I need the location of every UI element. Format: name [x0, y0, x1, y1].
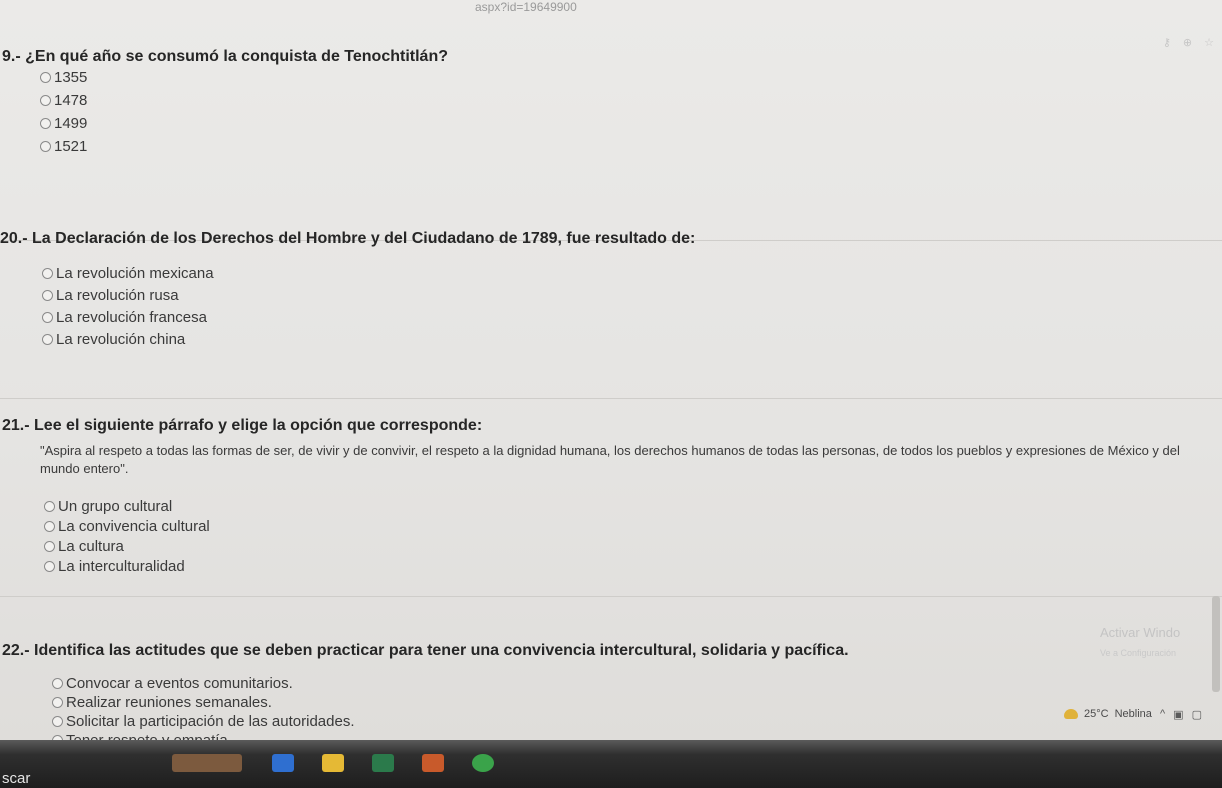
- question-9-text: ¿En qué año se consumó la conquista de T…: [25, 48, 448, 65]
- question-9-option-3[interactable]: 1499: [40, 112, 87, 135]
- question-22-options: Convocar a eventos comunitarios. Realiza…: [52, 674, 355, 750]
- question-21-quote: "Aspira al respeto a todas las formas de…: [40, 443, 1180, 476]
- question-20-text: La Declaración de los Derechos del Hombr…: [32, 230, 696, 247]
- weather-icon: [1064, 709, 1078, 719]
- radio-button[interactable]: [44, 500, 55, 512]
- option-label: Convocar a eventos comunitarios.: [66, 675, 293, 692]
- radio-button[interactable]: [44, 560, 55, 572]
- option-label: 1355: [54, 69, 88, 86]
- divider: [0, 398, 1222, 399]
- question-9-option-4[interactable]: 1521: [40, 135, 87, 158]
- chevron-up-icon[interactable]: ^: [1160, 708, 1165, 721]
- radio-button[interactable]: [40, 118, 51, 129]
- question-21-option-4[interactable]: La interculturalidad: [44, 556, 210, 576]
- question-20-options: La revolución mexicana La revolución rus…: [42, 262, 214, 350]
- question-21-option-2[interactable]: La convivencia cultural: [44, 516, 210, 536]
- taskbar-edge-icon[interactable]: [272, 754, 294, 772]
- question-9-number: 9.-: [2, 48, 21, 65]
- star-icon[interactable]: ☆: [1204, 36, 1214, 49]
- divider: [0, 596, 1222, 597]
- radio-button[interactable]: [40, 141, 51, 152]
- radio-button[interactable]: [52, 716, 63, 727]
- weather-widget[interactable]: 25°C Neblina: [1064, 708, 1152, 720]
- option-label: La cultura: [58, 537, 124, 555]
- weather-condition: Neblina: [1114, 708, 1152, 720]
- question-9-option-1[interactable]: 1355: [40, 66, 87, 89]
- page-scrollbar[interactable]: [1212, 596, 1220, 692]
- option-label: La revolución china: [56, 330, 186, 348]
- question-22-number: 22.-: [2, 642, 30, 659]
- option-label: 1521: [54, 138, 88, 155]
- zoom-icon[interactable]: ⊕: [1183, 36, 1192, 49]
- option-label: 1499: [54, 115, 88, 132]
- taskbar-chrome-icon[interactable]: [472, 754, 494, 772]
- activate-windows-subtitle: Ve a Configuración: [1100, 648, 1177, 658]
- radio-button[interactable]: [42, 311, 53, 323]
- question-9-title: 9.- ¿En qué año se consumó la conquista …: [2, 48, 448, 66]
- question-20-option-4[interactable]: La revolución china: [42, 328, 214, 350]
- question-20-number: 20.-: [0, 230, 28, 247]
- question-9-options: 1355 1478 1499 1521: [40, 66, 87, 158]
- option-label: La revolución rusa: [56, 286, 179, 304]
- taskbar-folder-icon[interactable]: [322, 754, 344, 772]
- question-20-title: 20.- La Declaración de los Derechos del …: [0, 230, 695, 248]
- question-22-option-1[interactable]: Convocar a eventos comunitarios.: [52, 674, 355, 693]
- option-label: Solicitar la participación de las autori…: [66, 713, 355, 730]
- radio-button[interactable]: [40, 72, 51, 83]
- question-9-option-2[interactable]: 1478: [40, 89, 87, 112]
- option-label: Realizar reuniones semanales.: [66, 694, 272, 711]
- question-21-title: 21.- Lee el siguiente párrafo y elige la…: [2, 417, 482, 435]
- option-label: 1478: [54, 92, 88, 109]
- activate-windows-watermark: Activar Windo: [1100, 625, 1181, 640]
- radio-button[interactable]: [42, 267, 53, 279]
- taskbar: scar: [0, 740, 1222, 788]
- radio-button[interactable]: [40, 95, 51, 106]
- question-22-option-2[interactable]: Realizar reuniones semanales.: [52, 693, 355, 712]
- radio-button[interactable]: [44, 540, 55, 552]
- taskbar-calendar-icon[interactable]: [372, 754, 394, 772]
- weather-temp: 25°C: [1084, 708, 1109, 720]
- question-20-option-1[interactable]: La revolución mexicana: [42, 262, 214, 284]
- taskbar-app-icon[interactable]: [422, 754, 444, 772]
- radio-button[interactable]: [44, 520, 55, 532]
- taskbar-people-icon[interactable]: [172, 754, 242, 772]
- question-22-option-3[interactable]: Solicitar la participación de las autori…: [52, 712, 355, 731]
- question-22-title: 22.- Identifica las actitudes que se deb…: [2, 642, 849, 660]
- radio-button[interactable]: [52, 678, 63, 689]
- option-label: La revolución mexicana: [56, 264, 214, 282]
- radio-button[interactable]: [52, 697, 63, 708]
- question-20-option-3[interactable]: La revolución francesa: [42, 306, 214, 328]
- taskbar-search-text[interactable]: scar: [2, 770, 30, 787]
- question-21-text: Lee el siguiente párrafo y elige la opci…: [34, 417, 483, 434]
- network-icon[interactable]: ▣: [1173, 708, 1183, 721]
- option-label: Un grupo cultural: [58, 497, 173, 515]
- question-21-options: Un grupo cultural La convivencia cultura…: [44, 496, 210, 576]
- option-label: La convivencia cultural: [58, 517, 210, 535]
- option-label: La interculturalidad: [58, 557, 185, 575]
- option-label: La revolución francesa: [56, 308, 207, 326]
- browser-toolbar-icons: ⚷ ⊕ ☆: [1163, 36, 1214, 49]
- system-tray: ^ ▣ ▢: [1160, 708, 1202, 721]
- key-icon[interactable]: ⚷: [1163, 36, 1171, 49]
- radio-button[interactable]: [42, 289, 53, 301]
- notification-icon[interactable]: ▢: [1192, 708, 1202, 721]
- quiz-page: aspx?id=19649900 ⚷ ⊕ ☆ 9.- ¿En qué año s…: [0, 0, 1222, 788]
- radio-button[interactable]: [42, 333, 53, 345]
- browser-url-fragment: aspx?id=19649900: [475, 0, 577, 14]
- question-21-option-3[interactable]: La cultura: [44, 536, 210, 556]
- question-22-text: Identifica las actitudes que se deben pr…: [34, 642, 849, 659]
- question-21-number: 21.-: [2, 417, 30, 434]
- question-20-option-2[interactable]: La revolución rusa: [42, 284, 214, 306]
- question-21-option-1[interactable]: Un grupo cultural: [44, 496, 210, 516]
